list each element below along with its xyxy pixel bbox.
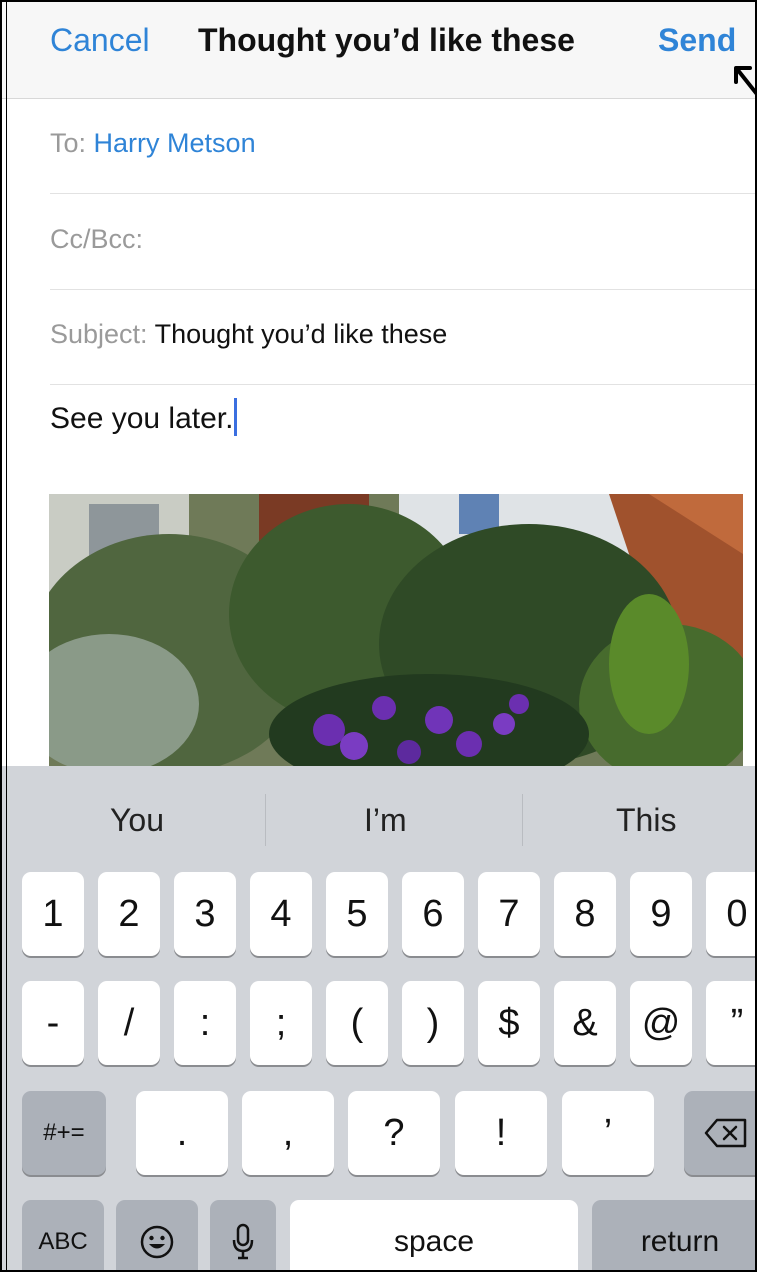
- microphone-icon: [232, 1223, 254, 1260]
- message-body[interactable]: See you later.: [50, 398, 238, 437]
- key-hyphen[interactable]: -: [22, 981, 84, 1065]
- key-semicolon[interactable]: ;: [250, 981, 312, 1065]
- microphone-key[interactable]: [210, 1200, 276, 1270]
- suggestion-3[interactable]: This: [616, 802, 676, 839]
- to-recipient[interactable]: Harry Metson: [94, 128, 256, 158]
- key-close-paren[interactable]: ): [402, 981, 464, 1065]
- suggestion-divider: [522, 794, 523, 846]
- predictive-bar: You I’m This: [2, 766, 755, 866]
- key-apostrophe[interactable]: ’: [562, 1091, 654, 1175]
- key-1[interactable]: 1: [22, 872, 84, 956]
- key-4[interactable]: 4: [250, 872, 312, 956]
- message-body-text: See you later.: [50, 402, 234, 435]
- send-button[interactable]: Send: [658, 22, 736, 59]
- key-7[interactable]: 7: [478, 872, 540, 956]
- emoji-key[interactable]: [116, 1200, 198, 1270]
- key-5[interactable]: 5: [326, 872, 388, 956]
- key-comma[interactable]: ,: [242, 1091, 334, 1175]
- key-ampersand[interactable]: &: [554, 981, 616, 1065]
- key-period[interactable]: .: [136, 1091, 228, 1175]
- subject-value[interactable]: Thought you’d like these: [155, 319, 448, 349]
- key-0[interactable]: 0: [706, 872, 755, 956]
- key-quote[interactable]: ”: [706, 981, 755, 1065]
- key-at[interactable]: @: [630, 981, 692, 1065]
- suggestion-2[interactable]: I’m: [364, 802, 407, 839]
- return-key[interactable]: return: [592, 1200, 755, 1270]
- emoji-icon: [140, 1225, 174, 1259]
- key-6[interactable]: 6: [402, 872, 464, 956]
- key-8[interactable]: 8: [554, 872, 616, 956]
- cancel-button[interactable]: Cancel: [50, 22, 150, 59]
- space-key[interactable]: space: [290, 1200, 578, 1270]
- keyboard: You I’m This 1 2 3 4 5 6 7 8 9 0 - / : ;…: [2, 766, 755, 1270]
- subject-label: Subject:: [50, 319, 148, 349]
- key-open-paren[interactable]: (: [326, 981, 388, 1065]
- key-2[interactable]: 2: [98, 872, 160, 956]
- key-exclamation[interactable]: !: [455, 1091, 547, 1175]
- abc-key[interactable]: ABC: [22, 1200, 104, 1270]
- key-slash[interactable]: /: [98, 981, 160, 1065]
- key-3[interactable]: 3: [174, 872, 236, 956]
- ccbcc-label: Cc/Bcc:: [50, 224, 144, 254]
- compose-title: Thought you’d like these: [198, 22, 575, 58]
- ccbcc-field[interactable]: Cc/Bcc:: [50, 194, 755, 290]
- key-dollar[interactable]: $: [478, 981, 540, 1065]
- key-colon[interactable]: :: [174, 981, 236, 1065]
- compose-navbar: Cancel Thought you’d like these Send: [2, 2, 755, 99]
- screen-frame: Cancel Thought you’d like these Send To:…: [0, 0, 757, 1272]
- key-question[interactable]: ?: [348, 1091, 440, 1175]
- plant-photo-image: [49, 494, 743, 766]
- suggestion-1[interactable]: You: [110, 802, 164, 839]
- backspace-icon: [704, 1118, 747, 1148]
- to-field[interactable]: To: Harry Metson: [50, 98, 755, 194]
- suggestion-divider: [265, 794, 266, 846]
- text-caret: [234, 398, 238, 437]
- attached-photo[interactable]: [49, 494, 743, 766]
- to-label: To:: [50, 128, 87, 158]
- subject-field[interactable]: Subject: Thought you’d like these: [50, 289, 755, 385]
- arrow-pointer-icon: [734, 66, 755, 95]
- delete-key[interactable]: [684, 1091, 755, 1175]
- key-9[interactable]: 9: [630, 872, 692, 956]
- symbols-toggle-key[interactable]: #+=: [22, 1091, 106, 1175]
